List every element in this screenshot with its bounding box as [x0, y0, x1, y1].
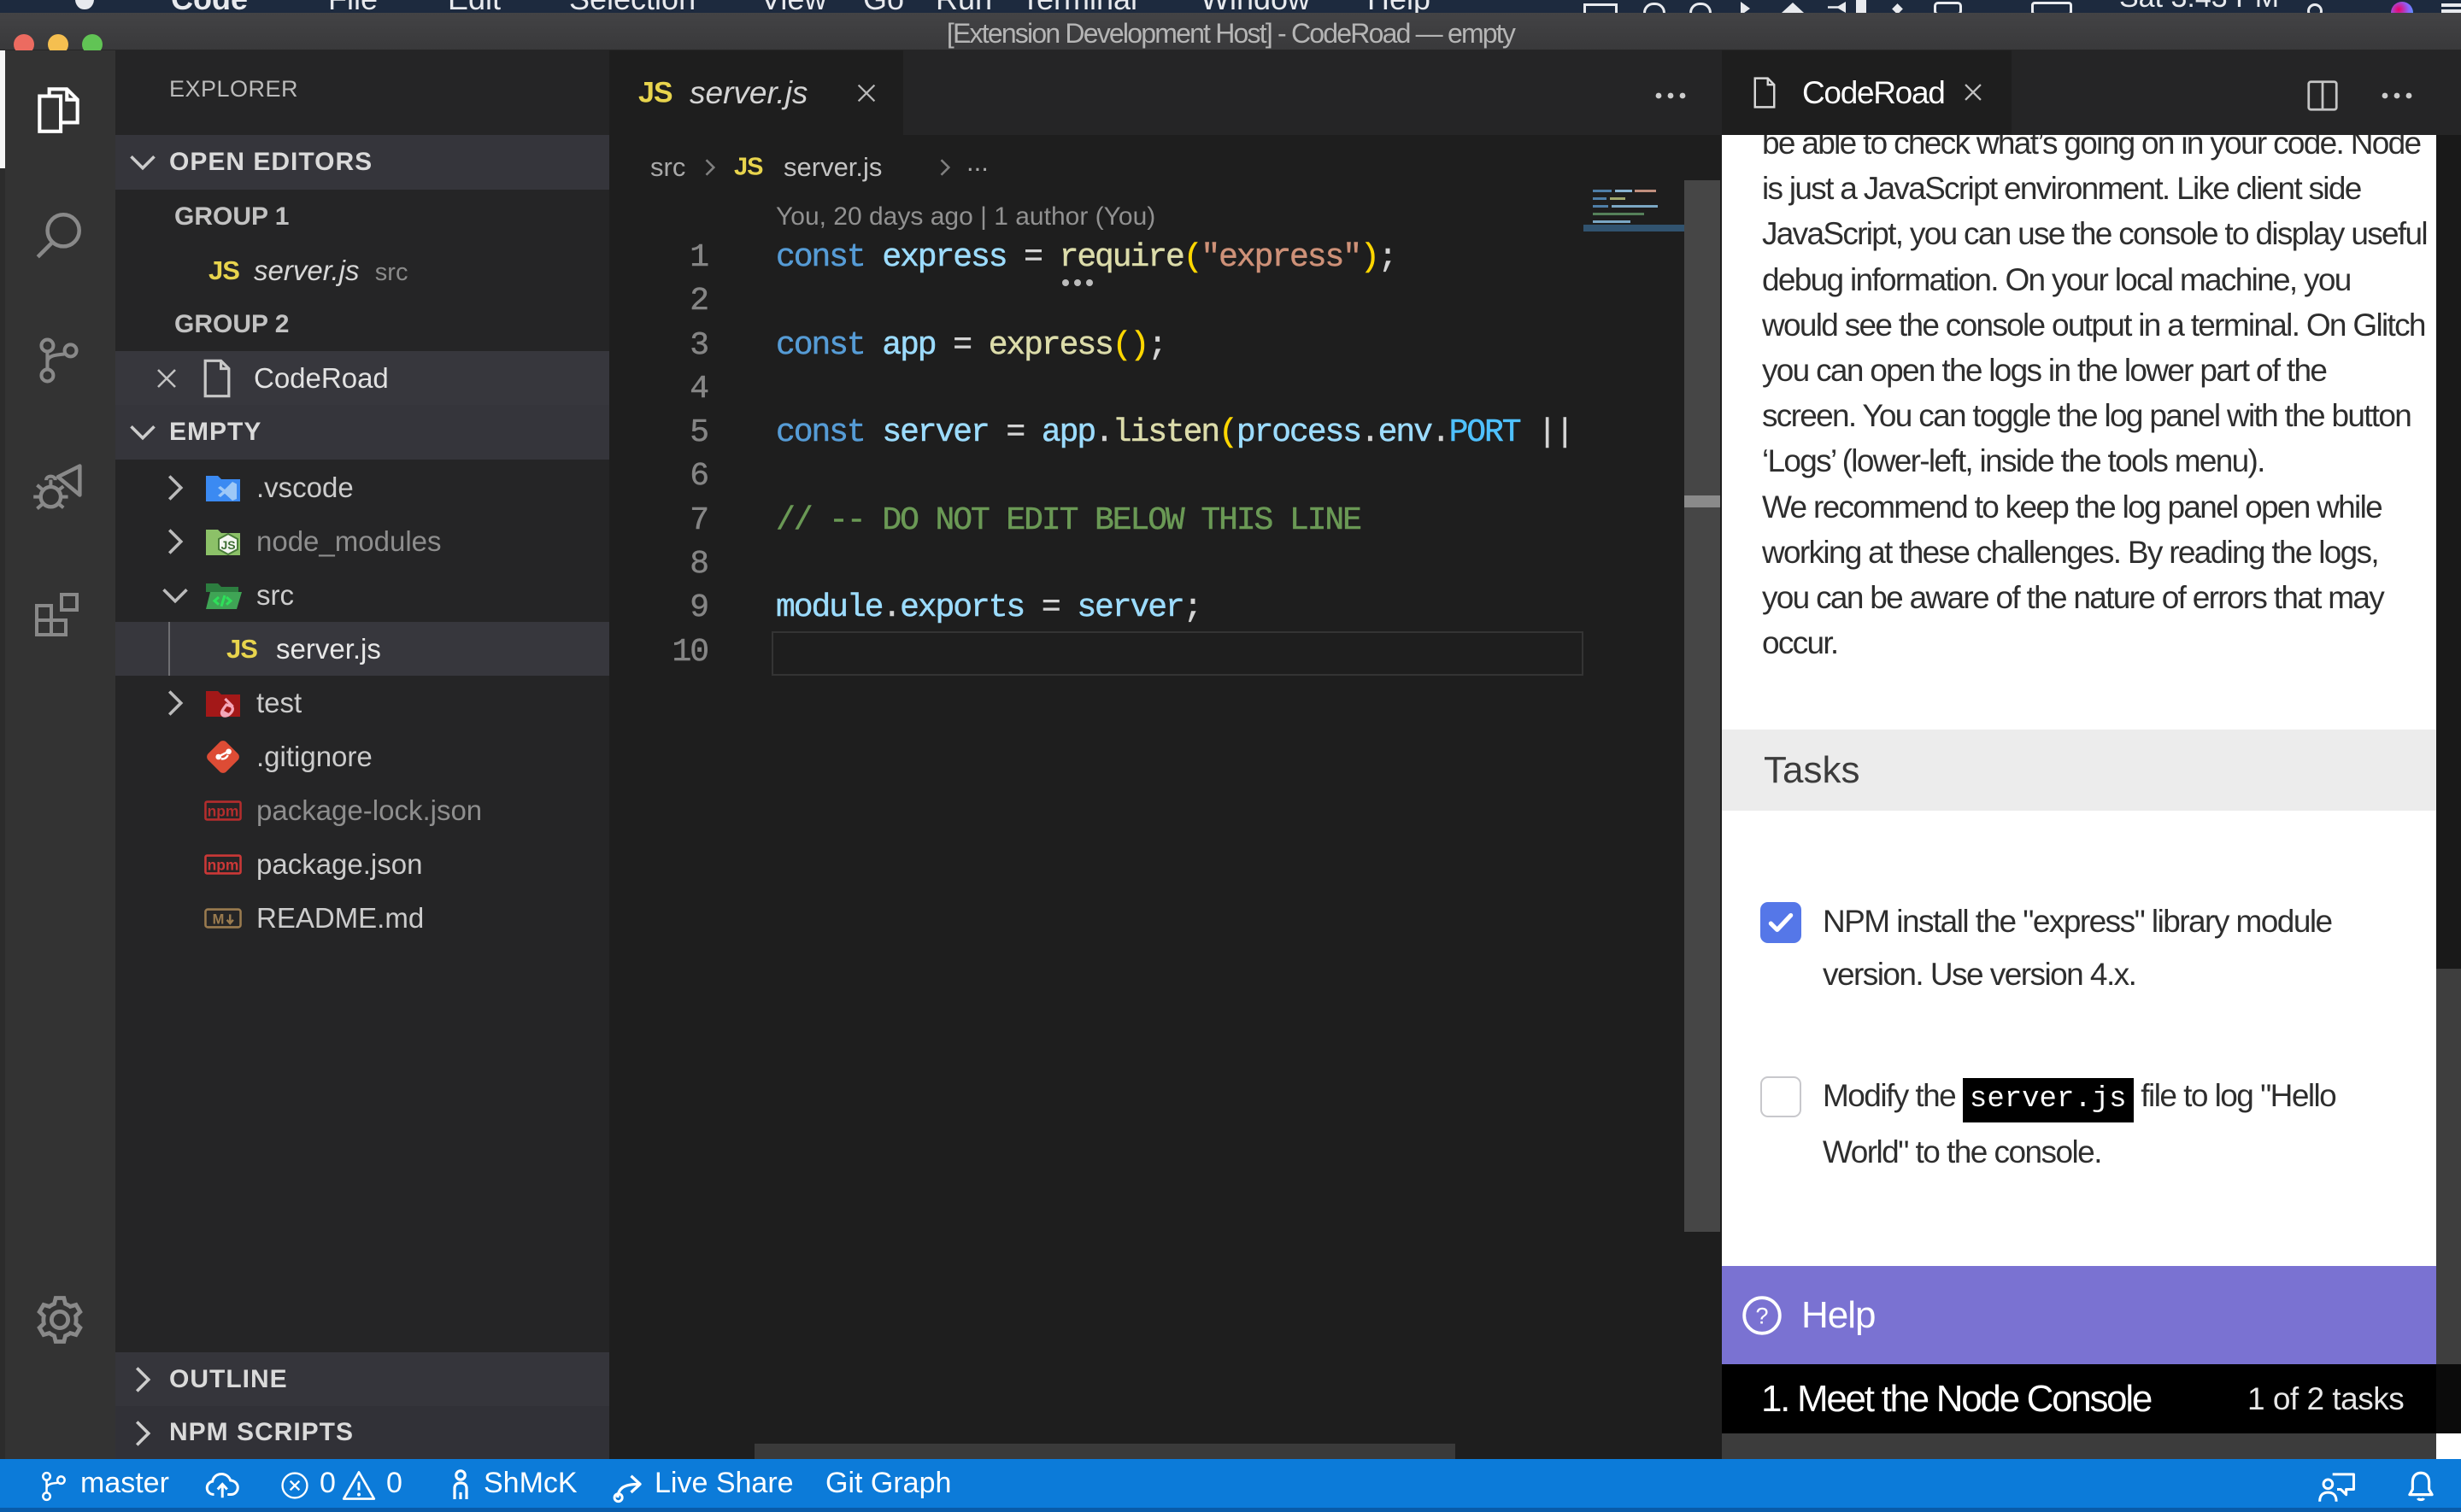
svg-text:M: M: [213, 911, 225, 927]
svg-text:npm: npm: [208, 802, 239, 819]
svg-text:JS: JS: [220, 538, 235, 552]
svg-text:?: ?: [1755, 1304, 1768, 1329]
svg-text:npm: npm: [208, 856, 239, 873]
